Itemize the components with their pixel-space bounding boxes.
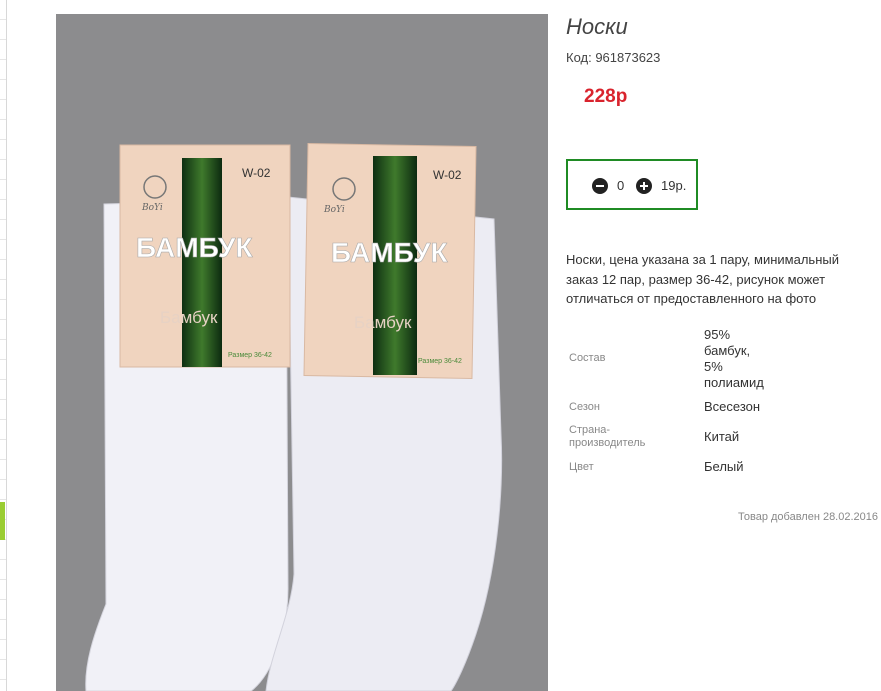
spec-season-value: Всесезон [704, 399, 761, 414]
left-rail-accent [0, 502, 5, 540]
tag-left-model: W-02 [242, 166, 271, 180]
product-description: Носки, цена указана за 1 пару, минимальн… [566, 250, 866, 309]
tag-left-size: Размер 36-42 [228, 352, 272, 359]
composition-line: 95% [704, 327, 731, 342]
quantity-selector: 0 19р. [566, 159, 698, 210]
spec-composition-label: Состав [569, 352, 606, 364]
spec-country-value: Китай [704, 429, 740, 444]
spec-color-label: Цвет [569, 461, 594, 473]
tag-right-model: W-02 [433, 168, 462, 182]
left-rail [0, 0, 7, 691]
country-label-line: Страна- [569, 424, 611, 436]
tag-left-subword: Бамбук [160, 308, 218, 327]
tag-left-logo: BoYi [141, 203, 163, 213]
composition-line: полиамид [704, 375, 764, 390]
tag-left: BoYi W-02 БАМБУК Бамбук Размер 36-42 [119, 144, 291, 368]
description-line: заказ 12 пар, размер 36-42, рисунок може… [566, 271, 826, 287]
plus-icon[interactable] [636, 178, 652, 194]
quantity-value: 0 [617, 178, 625, 193]
country-label-line: производитель [569, 437, 646, 449]
description-line: Носки, цена указана за 1 пару, минимальн… [566, 252, 839, 267]
spec-composition-value: 95% бамбук, 5% полиамид [704, 327, 764, 391]
product-photo[interactable]: BoYi W-02 БАМБУК Бамбук Размер 36-42 BoY… [56, 14, 548, 691]
composition-line: бамбук, [704, 343, 751, 358]
tag-right-size: Размер 36-42 [418, 358, 462, 365]
socks-illustration: BoYi W-02 БАМБУК Бамбук Размер 36-42 BoY… [85, 143, 503, 691]
unit-price: 19р. [661, 178, 687, 193]
product-title: Носки [566, 14, 628, 39]
composition-line: 5% [704, 359, 723, 374]
tag-right-subword: Бамбук [354, 313, 412, 332]
tag-right-brand: БАМБУК [331, 237, 448, 268]
minus-icon[interactable] [592, 178, 608, 194]
spec-country-label: Страна- производитель [569, 424, 645, 450]
description-line: отличаться от предоставленного на фото [566, 291, 817, 306]
date-added: Товар добавлен 28.02.2016 [738, 511, 879, 523]
spec-season-label: Сезон [569, 401, 600, 413]
product-price: 228р [584, 86, 628, 107]
product-code: Код: 961873623 [566, 50, 661, 65]
spec-color-value: Белый [704, 459, 744, 474]
tag-right: BoYi W-02 БАМБУК Бамбук Размер 36-42 [303, 143, 477, 379]
tag-right-logo: BoYi [323, 205, 345, 215]
tag-left-brand: БАМБУК [136, 232, 253, 263]
